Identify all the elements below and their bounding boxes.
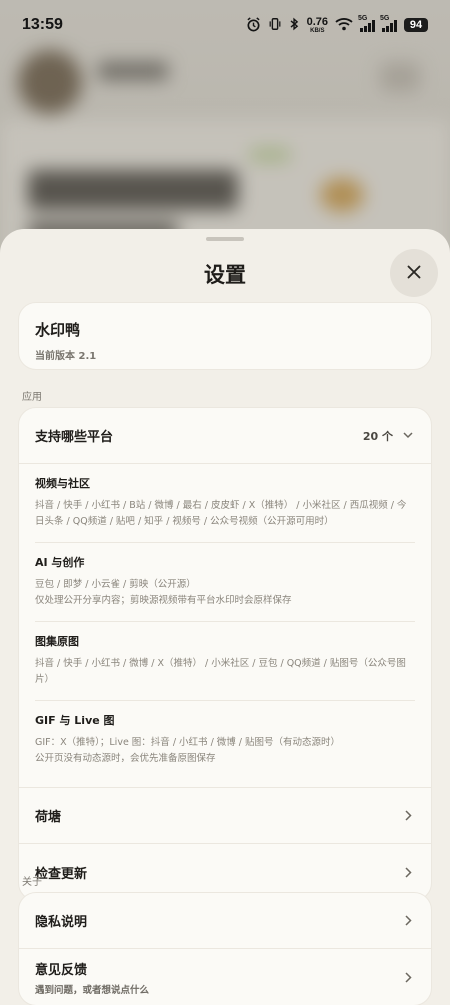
platforms-label: 支持哪些平台: [35, 430, 114, 445]
platform-categories: 视频与社区 抖音 / 快手 / 小红书 / B站 / 微博 / 最右 / 皮皮虾…: [19, 464, 431, 788]
app-name: 水印鸭: [35, 321, 81, 339]
drag-handle[interactable]: [206, 237, 244, 241]
wifi-icon: [335, 17, 353, 33]
section-label-apps: 应用: [22, 392, 42, 403]
category-ai-creation: AI 与创作 豆包 / 即梦 / 小云雀 / 剪映（公开源） 仅处理公开分享内容…: [35, 543, 415, 622]
feedback-row[interactable]: 意见反馈 遇到问题，或者想说点什么: [19, 949, 431, 1005]
platforms-card: 支持哪些平台 20 个 视频与社区 抖音 / 快手 / 小红书 / B站 / 微…: [18, 407, 432, 901]
status-bar: 13:59 0.76 KB/S 5G 5G 94: [0, 0, 450, 50]
bluetooth-icon: [289, 17, 300, 33]
status-time: 13:59: [22, 16, 63, 33]
sheet-title: 设置: [204, 263, 246, 287]
platforms-row[interactable]: 支持哪些平台 20 个: [19, 408, 431, 464]
category-gallery-originals: 图集原图 抖音 / 快手 / 小红书 / 微博 / X（推特） / 小米社区 /…: [35, 622, 415, 701]
chevron-right-icon: [401, 915, 415, 926]
battery-indicator: 94: [404, 18, 428, 32]
app-info-card: 水印鸭 当前版本 2.1: [18, 302, 432, 370]
platforms-count: 20 个: [362, 429, 393, 443]
close-icon: [407, 264, 421, 283]
category-video-community: 视频与社区 抖音 / 快手 / 小红书 / B站 / 微博 / 最右 / 皮皮虾…: [35, 464, 415, 543]
chevron-right-icon: [401, 866, 415, 878]
chevron-right-icon: [401, 971, 415, 983]
about-card: 隐私说明 意见反馈 遇到问题，或者想说点什么: [18, 892, 432, 1005]
vibrate-icon: [268, 17, 282, 33]
app-version: 当前版本 2.1: [35, 351, 97, 362]
net-speed: 0.76 KB/S: [306, 15, 328, 34]
chevron-down-icon: [401, 432, 415, 439]
signal-icon-1: 5G: [358, 15, 375, 32]
chevron-right-icon: [401, 810, 415, 821]
signal-icon-2: 5G: [380, 15, 397, 32]
section-label-about: 关于: [22, 877, 42, 888]
feedback-subtitle: 遇到问题，或者想说点什么: [35, 984, 150, 996]
close-button[interactable]: [390, 249, 438, 297]
hetang-row[interactable]: 荷塘: [19, 788, 431, 844]
category-gif-live: GIF 与 Live 图 GIF：X（推特）；Live 图：抖音 / 小红书 /…: [35, 714, 341, 764]
alarm-icon: [246, 16, 261, 34]
settings-sheet: 设置 水印鸭 当前版本 2.1 应用 支持哪些平台 20 个 视频与社区 抖音 …: [0, 229, 450, 1005]
privacy-row[interactable]: 隐私说明: [19, 893, 431, 949]
